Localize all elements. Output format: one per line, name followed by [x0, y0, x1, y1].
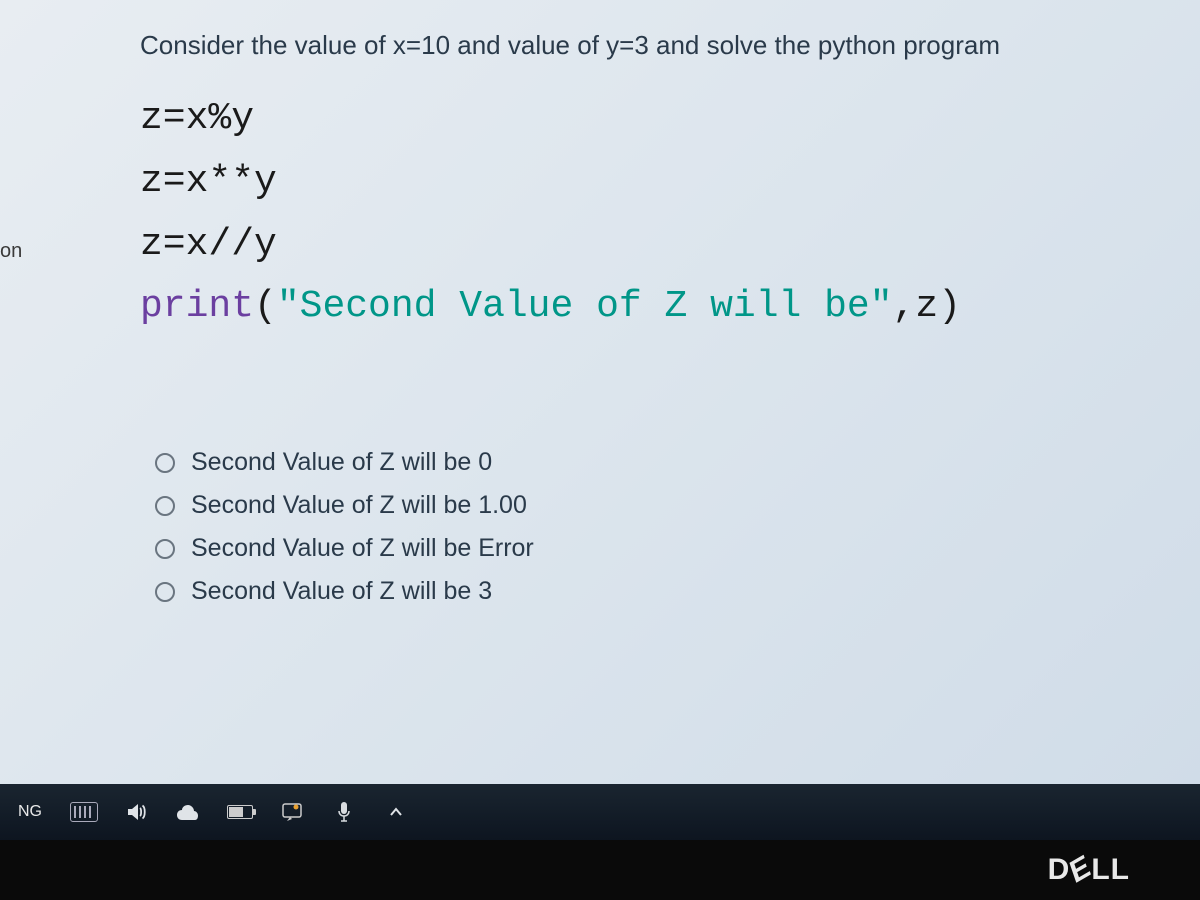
- language-indicator[interactable]: NG: [18, 803, 42, 821]
- code-line-2: z=x**y: [140, 152, 1170, 213]
- string-literal: "Second Value of Z will be": [277, 285, 893, 328]
- microphone-icon[interactable]: [330, 798, 358, 826]
- option-row[interactable]: Second Value of Z will be 1.00: [155, 491, 1170, 520]
- question-content: on Consider the value of x=10 and value …: [0, 0, 1200, 810]
- radio-icon[interactable]: [155, 582, 175, 602]
- option-row[interactable]: Second Value of Z will be Error: [155, 534, 1170, 563]
- answer-options: Second Value of Z will be 0 Second Value…: [155, 448, 1170, 606]
- radio-icon[interactable]: [155, 453, 175, 473]
- radio-icon[interactable]: [155, 539, 175, 559]
- radio-icon[interactable]: [155, 496, 175, 516]
- battery-icon[interactable]: [226, 798, 254, 826]
- print-keyword: print: [140, 285, 254, 328]
- open-paren: (: [254, 285, 277, 328]
- option-label: Second Value of Z will be 0: [191, 448, 492, 477]
- code-line-1: z=x%y: [140, 89, 1170, 150]
- cloud-icon[interactable]: [174, 798, 202, 826]
- dell-logo: DELL: [1048, 853, 1130, 887]
- windows-taskbar[interactable]: NG: [0, 784, 1200, 840]
- code-line-print: print("Second Value of Z will be",z): [140, 277, 1170, 338]
- speaker-icon[interactable]: [122, 798, 150, 826]
- question-prompt: Consider the value of x=10 and value of …: [140, 30, 1170, 61]
- keyboard-icon[interactable]: [70, 798, 98, 826]
- option-label: Second Value of Z will be 1.00: [191, 491, 527, 520]
- chevron-up-icon[interactable]: [382, 798, 410, 826]
- print-args-close: ,z): [893, 285, 961, 328]
- left-tab-fragment: on: [0, 240, 22, 263]
- code-block: z=x%y z=x**y z=x//y print("Second Value …: [140, 89, 1170, 338]
- option-label: Second Value of Z will be 3: [191, 577, 492, 606]
- option-row[interactable]: Second Value of Z will be 0: [155, 448, 1170, 477]
- option-row[interactable]: Second Value of Z will be 3: [155, 577, 1170, 606]
- action-center-icon[interactable]: [278, 798, 306, 826]
- laptop-bezel: DELL: [0, 840, 1200, 900]
- option-label: Second Value of Z will be Error: [191, 534, 534, 563]
- code-line-3: z=x//y: [140, 215, 1170, 276]
